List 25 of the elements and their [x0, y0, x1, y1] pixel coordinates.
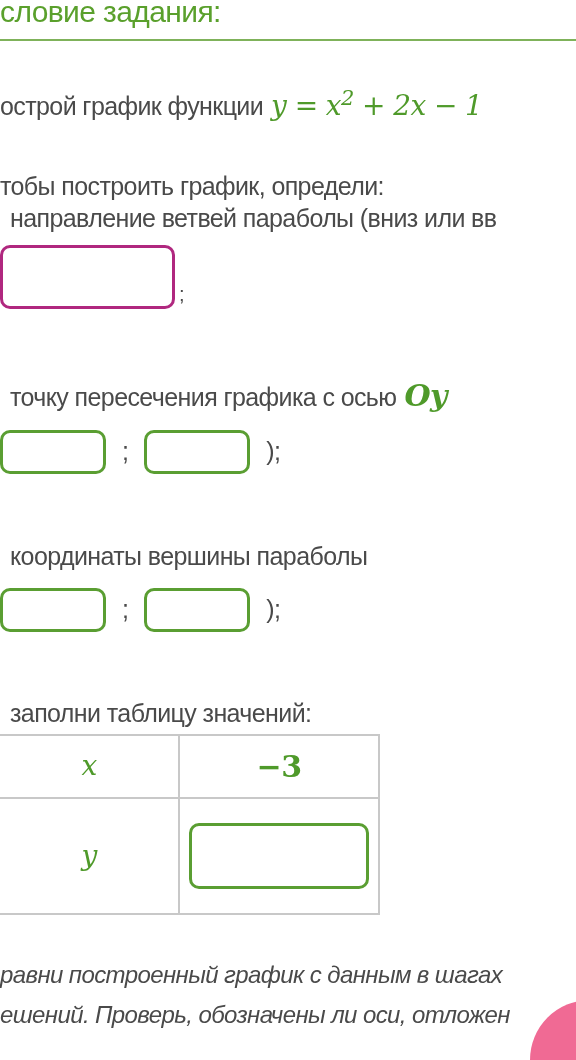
- hint-text: ешений. Проверь, обозначены ли оси, отложен: [0, 999, 510, 1030]
- answer-field[interactable]: [0, 430, 106, 474]
- table-cell: −3: [179, 734, 379, 798]
- section-heading: словие задания:: [0, 0, 222, 27]
- function-formula: y = x$^{2}$ + 2x − 1: [271, 85, 483, 124]
- axis-label: Oy: [404, 377, 447, 415]
- task-text: острой график функции: [0, 91, 264, 122]
- separator: ;: [122, 436, 129, 468]
- table-header-cell: y: [0, 797, 179, 914]
- step-label: точку пересечения графика с осью: [10, 382, 397, 413]
- separator: ;: [122, 593, 129, 625]
- punctuation: ;: [179, 282, 184, 307]
- answer-field[interactable]: [0, 245, 175, 309]
- punctuation: );: [266, 593, 281, 625]
- step-label: заполни таблицу значений:: [10, 697, 313, 728]
- answer-field[interactable]: [189, 822, 369, 889]
- step-label: координаты вершины параболы: [10, 541, 368, 572]
- answer-field[interactable]: [0, 587, 106, 632]
- hint-text: равни построенный график с данным в шагах: [0, 959, 503, 990]
- answer-field[interactable]: [144, 430, 251, 474]
- step-label: направление ветвей параболы (вниз или вв: [10, 203, 498, 234]
- table-header-cell: x: [0, 734, 179, 798]
- answer-field[interactable]: [144, 587, 251, 632]
- punctuation: );: [266, 436, 281, 468]
- intro-text: тобы построить график, определи:: [0, 171, 385, 201]
